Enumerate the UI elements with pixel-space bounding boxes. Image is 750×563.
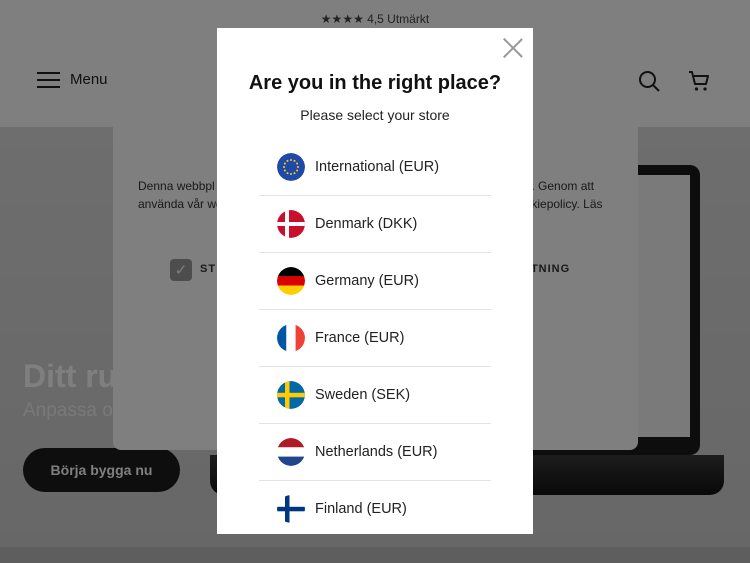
- denmark-flag-icon: [277, 210, 305, 238]
- store-label: International (EUR): [315, 159, 440, 175]
- store-label: France (EUR): [315, 330, 405, 346]
- modal-title: Are you in the right place?: [248, 72, 502, 94]
- store-list: International (EUR) Denmark (DKK) German…: [259, 139, 491, 534]
- store-label: Sweden (SEK): [315, 387, 411, 403]
- store-option-germany[interactable]: Germany (EUR): [259, 253, 491, 310]
- store-option-international[interactable]: International (EUR): [259, 139, 491, 196]
- page: ★★★★ 4,5 Utmärkt Menu Ditt rum. Din Anpa…: [0, 0, 750, 563]
- store-option-netherlands[interactable]: Netherlands (EUR): [259, 424, 491, 481]
- sweden-flag-icon: [277, 381, 305, 409]
- modal-subtitle: Please select your store: [300, 107, 450, 123]
- eu-flag-icon: [277, 153, 305, 181]
- store-option-sweden[interactable]: Sweden (SEK): [259, 367, 491, 424]
- netherlands-flag-icon: [277, 438, 305, 466]
- close-icon[interactable]: [503, 38, 523, 58]
- store-option-finland[interactable]: Finland (EUR): [259, 481, 491, 534]
- store-label: Netherlands (EUR): [315, 444, 438, 460]
- store-option-france[interactable]: France (EUR): [259, 310, 491, 367]
- germany-flag-icon: [277, 267, 305, 295]
- store-selector-modal: Are you in the right place? Please selec…: [217, 28, 533, 534]
- store-option-denmark[interactable]: Denmark (DKK): [259, 196, 491, 253]
- france-flag-icon: [277, 324, 305, 352]
- store-label: Finland (EUR): [315, 501, 407, 517]
- store-label: Germany (EUR): [315, 273, 419, 289]
- finland-flag-icon: [277, 495, 305, 523]
- store-label: Denmark (DKK): [315, 216, 418, 232]
